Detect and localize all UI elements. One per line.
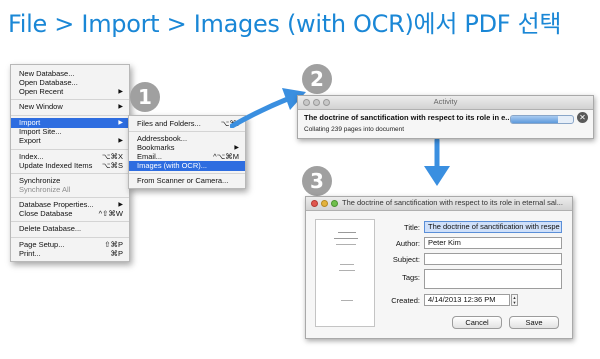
menu-item-label: Images (with OCR)... [137,161,208,170]
menu-separator [129,173,245,174]
menu-separator [11,115,129,116]
submenu-arrow-icon: ▶ [118,104,123,110]
thumbnail-text-line [341,300,353,301]
document-dialog: The doctrine of sanctification with resp… [305,196,573,339]
menu-separator [11,99,129,100]
menu-item-export[interactable]: Export ▶ [11,136,129,146]
activity-window: Activity The doctrine of sanctification … [297,95,594,139]
menu-shortcut: ^⇧⌘W [98,209,123,218]
menu-item-files-and-folders[interactable]: Files and Folders... ⌥⌘I [129,119,245,129]
created-label: Created: [391,296,420,305]
tags-field[interactable] [424,269,562,289]
menu-item-label: New Database... [19,69,75,78]
subject-field[interactable] [424,253,562,265]
menu-item-update-indexed-items[interactable]: Update Indexed Items ⌥⌘S [11,161,129,171]
menu-item-new-window[interactable]: New Window ▶ [11,102,129,112]
title-bar: The doctrine of sanctification with resp… [306,197,572,211]
thumbnail-text-line [334,238,358,239]
menu-item-label: New Window [19,102,63,111]
menu-item-label: Synchronize All [19,185,71,194]
menu-item-label: Files and Folders... [137,119,201,128]
submenu-arrow-icon: ▶ [118,89,123,95]
import-submenu: Files and Folders... ⌥⌘I Addressbook... B… [128,115,246,189]
menu-item-label: Update Indexed Items [19,161,93,170]
menu-item-label: Database Properties... [19,200,94,209]
file-menu: New Database... Open Database... Open Re… [10,64,130,262]
menu-separator [11,237,129,238]
menu-item-label: Import [19,118,41,127]
menu-item-label: Print... [19,249,41,258]
step-badge-1: 1 [130,82,160,112]
menu-item-label: Close Database [19,209,73,218]
menu-item-images-with-ocr[interactable]: Images (with OCR)... [129,161,245,171]
progress-fill [511,116,558,123]
cancel-button[interactable]: Cancel [452,316,502,329]
menu-item-from-scanner-or-camera[interactable]: From Scanner or Camera... [129,176,245,186]
stepper-down-icon[interactable]: ▼ [513,300,517,305]
menu-item-close-database[interactable]: Close Database ^⇧⌘W [11,209,129,219]
stop-icon[interactable]: ✕ [577,112,588,123]
window-title: Activity [433,97,458,106]
created-field[interactable]: 4/14/2013 12:36 PM [424,294,510,306]
author-label: Author: [395,239,420,248]
minimize-window-icon[interactable] [321,200,328,207]
step-badge-3: 3 [302,166,332,196]
thumbnail-text-line [338,232,356,233]
menu-item-print[interactable]: Print... ⌘P [11,249,129,259]
date-stepper[interactable]: ▲ ▼ [511,294,518,306]
menu-item-label: Open Recent [19,87,64,96]
subject-label: Subject: [392,255,420,264]
menu-item-label: Export [19,136,41,145]
zoom-window-icon[interactable] [331,200,338,207]
author-field[interactable]: Peter Kim [424,237,562,249]
tags-label: Tags: [402,273,420,282]
menu-item-label: Import Site... [19,127,62,136]
submenu-arrow-icon: ▶ [118,138,123,144]
menu-item-label: Open Database... [19,78,78,87]
title-field[interactable]: The doctrine of sanctification with resp… [424,221,562,233]
menu-separator [129,131,245,132]
save-button[interactable]: Save [509,316,559,329]
menu-shortcut: ⌥⌘S [101,161,123,170]
menu-separator [11,221,129,222]
title-label: Title: [404,223,420,232]
menu-item-label: Page Setup... [19,240,65,249]
task-title: The doctrine of sanctification with resp… [304,113,512,122]
close-window-icon[interactable] [311,200,318,207]
progress-bar [510,115,574,124]
menu-item-label: Email... [137,152,163,161]
menu-item-label: Delete Database... [19,224,82,233]
menu-item-label: Index... [19,152,44,161]
menu-item-delete-database[interactable]: Delete Database... [11,224,129,234]
menu-item-synchronize-all: Synchronize All [11,185,129,195]
thumbnail-text-line [336,244,356,245]
menu-separator [11,173,129,174]
menu-item-label: Synchronize [19,176,61,185]
thumbnail-text-line [339,270,355,271]
page-title: File > Import > Images (with OCR)에서 PDF … [8,10,562,38]
menu-shortcut: ⌘P [110,249,123,258]
menu-item-label: Bookmarks [137,143,175,152]
menu-separator [11,197,129,198]
menu-item-open-recent[interactable]: Open Recent ▶ [11,87,129,97]
menu-separator [11,149,129,150]
window-title: The doctrine of sanctification with resp… [342,198,563,207]
menu-item-label: From Scanner or Camera... [137,176,229,185]
arrow-down-icon [424,138,450,186]
title-bar: Activity [298,96,593,110]
menu-item-label: Addressbook... [137,134,188,143]
thumbnail-text-line [340,264,354,265]
status-text: Collating 239 pages into document [304,126,405,133]
